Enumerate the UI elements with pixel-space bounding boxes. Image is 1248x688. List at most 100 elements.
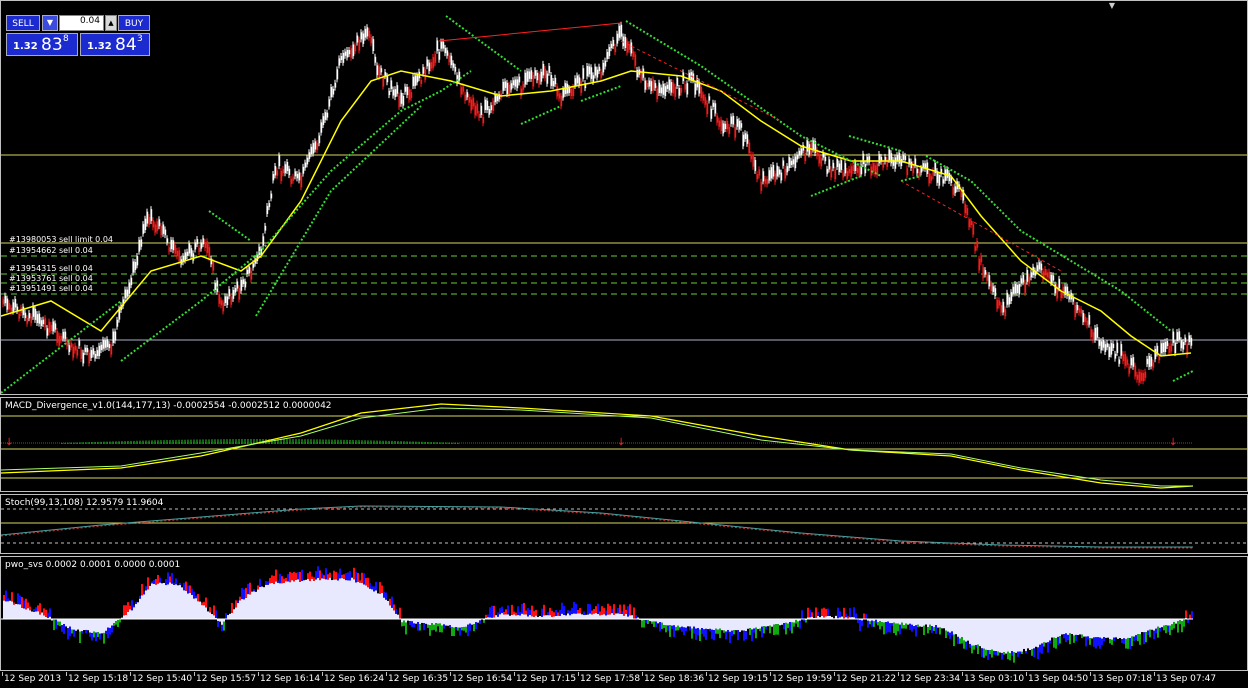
pwo-bar xyxy=(935,619,937,626)
pwo-bar xyxy=(393,610,395,619)
candle-body xyxy=(730,116,733,124)
candle-body xyxy=(476,103,479,114)
lot-dropdown-icon[interactable]: ▼ xyxy=(42,15,58,31)
pwo-color-bar xyxy=(727,630,729,633)
pwo-bar xyxy=(607,614,609,619)
ask-price-button[interactable]: 1.32 84 3 xyxy=(80,33,150,56)
pwo-color-bar xyxy=(99,633,101,640)
pwo-color-bar xyxy=(933,627,935,631)
order-label[interactable]: #13954662 sell 0.04 xyxy=(9,246,93,255)
pwo-color-bar xyxy=(1093,637,1095,647)
pwo-bar xyxy=(245,597,247,619)
time-tick-mark xyxy=(578,672,579,676)
pwo-color-bar xyxy=(613,604,615,615)
order-label[interactable]: #13951491 sell 0.04 xyxy=(9,284,93,293)
sell-button[interactable]: SELL xyxy=(6,15,40,31)
pwo-color-bar xyxy=(71,629,73,634)
pwo-color-bar xyxy=(5,590,7,602)
candle-body xyxy=(322,116,325,126)
pwo-color-bar xyxy=(119,619,121,623)
pwo-color-bar xyxy=(217,620,219,627)
pwo-bar xyxy=(25,609,27,619)
pwo-indicator-pane[interactable]: pwo_svs 0.0002 0.0001 0.0000 0.0001 xyxy=(0,556,1248,671)
buy-button[interactable]: BUY xyxy=(118,15,150,31)
candle-body xyxy=(78,340,81,346)
pwo-color-bar xyxy=(339,568,341,579)
order-label[interactable]: #13980053 sell limit 0.04 xyxy=(9,235,113,244)
candle-body xyxy=(552,81,555,87)
pwo-color-bar xyxy=(1165,625,1167,634)
candle-body xyxy=(542,63,545,76)
pwo-color-bar xyxy=(1019,651,1021,654)
pwo-bar xyxy=(377,593,379,619)
pwo-color-bar xyxy=(431,623,433,631)
pwo-color-bar xyxy=(987,650,989,660)
pwo-bar xyxy=(441,619,443,626)
candle-body xyxy=(330,87,333,98)
candle-body xyxy=(526,71,529,82)
candle-body xyxy=(52,321,55,332)
pwo-bar xyxy=(1031,619,1033,650)
candle-body xyxy=(410,92,413,98)
pwo-color-bar xyxy=(451,627,453,636)
pwo-color-bar xyxy=(579,607,581,614)
pwo-bar xyxy=(155,584,157,619)
candle-body xyxy=(374,56,377,63)
lot-size-input[interactable]: 0.04 xyxy=(59,15,104,31)
order-label[interactable]: #13954315 sell 0.04 xyxy=(9,264,93,273)
pwo-color-bar xyxy=(345,573,347,581)
pwo-color-bar xyxy=(45,609,47,617)
lot-increase-icon[interactable]: ▲ xyxy=(105,15,117,31)
candle-body xyxy=(1144,371,1147,378)
pwo-canvas xyxy=(1,566,1193,663)
pwo-color-bar xyxy=(115,621,117,625)
pwo-bar xyxy=(775,619,777,625)
pwo-color-bar xyxy=(1159,627,1161,632)
candle-body xyxy=(368,30,371,38)
pwo-bar xyxy=(259,587,261,619)
one-click-trading-panel: SELL ▼ 0.04 ▲ BUY 1.32 83 8 1.32 84 3 xyxy=(4,14,150,56)
pwo-bar xyxy=(939,619,941,628)
pwo-bar xyxy=(1151,619,1153,630)
candle-body xyxy=(522,84,525,90)
pwo-bar xyxy=(671,619,673,626)
candle-body xyxy=(626,41,629,53)
macd-indicator-pane[interactable]: ↓ ↓ ↓ MACD_Divergence_v1.0(144,177,13) -0.… xyxy=(0,397,1248,492)
candle-body xyxy=(644,80,647,90)
bid-price-button[interactable]: 1.32 83 8 xyxy=(6,33,78,56)
pwo-color-bar xyxy=(353,567,355,580)
pwo-color-bar xyxy=(343,574,345,579)
pwo-color-bar xyxy=(35,607,37,612)
order-label[interactable]: #13953761 sell 0.04 xyxy=(9,274,93,283)
candle-body xyxy=(338,58,341,66)
pwo-color-bar xyxy=(815,607,817,618)
pwo-bar xyxy=(443,619,445,625)
pwo-bar xyxy=(33,611,35,619)
pwo-color-bar xyxy=(1171,624,1173,630)
pwo-color-bar xyxy=(1043,642,1045,647)
pwo-bar xyxy=(385,599,387,619)
pwo-bar xyxy=(199,601,201,619)
pwo-bar xyxy=(135,604,137,619)
stochastic-indicator-pane[interactable]: Stoch(99,13,108) 12.9579 11.9604 xyxy=(0,494,1248,554)
pwo-bar xyxy=(915,619,917,626)
pwo-color-bar xyxy=(457,627,459,631)
candle-body xyxy=(1038,262,1041,270)
pwo-bar xyxy=(185,590,187,619)
pwo-bar xyxy=(197,601,199,619)
pwo-color-bar xyxy=(461,627,463,631)
price-chart-pane[interactable]: ▼ #13980053 sell limit 0.04 #13954662 se… xyxy=(0,0,1248,395)
candle-body xyxy=(360,32,363,40)
candle-body xyxy=(106,339,109,348)
candle-body xyxy=(428,62,431,72)
pwo-color-bar xyxy=(689,626,691,631)
candle-body xyxy=(46,328,49,336)
candle-body xyxy=(1076,304,1079,311)
candle-body xyxy=(350,48,353,58)
candle-body xyxy=(588,66,591,75)
pwo-color-bar xyxy=(929,624,931,630)
pwo-color-bar xyxy=(1025,651,1027,654)
pwo-bar xyxy=(897,619,899,624)
pwo-bar xyxy=(1103,619,1105,638)
pwo-bar xyxy=(241,599,243,619)
